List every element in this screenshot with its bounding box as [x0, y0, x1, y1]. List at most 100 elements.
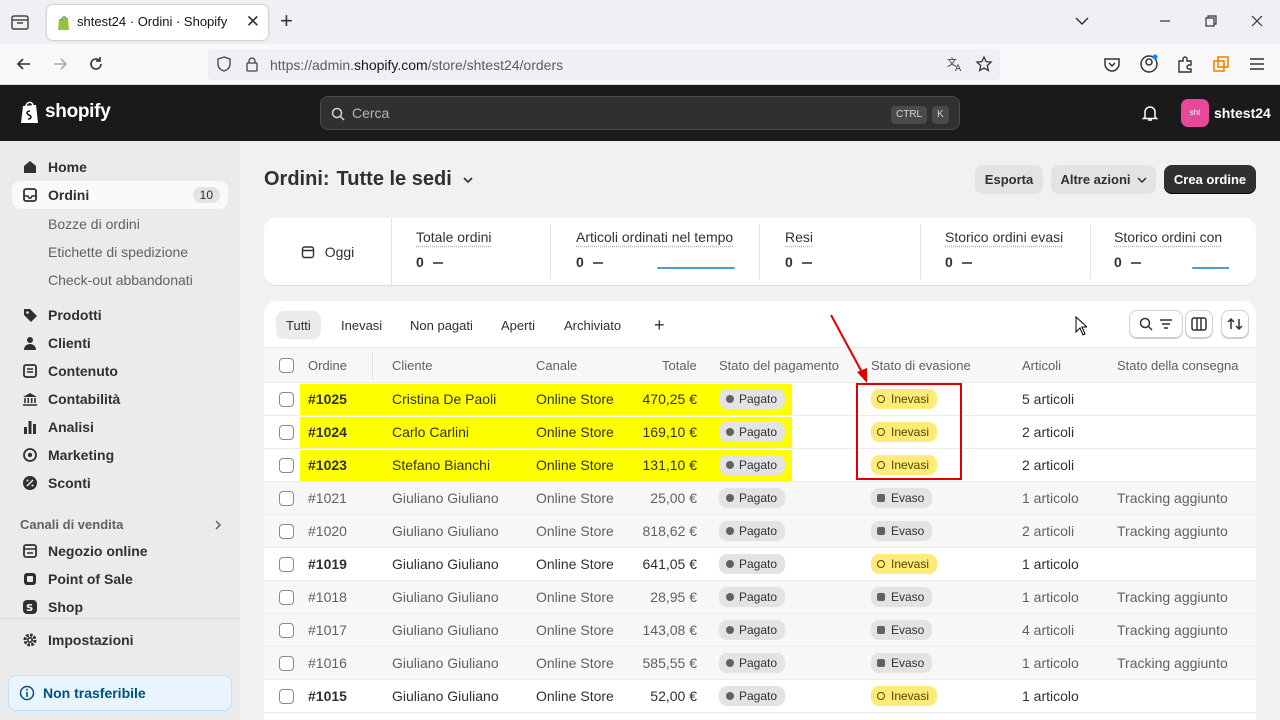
select-all-checkbox[interactable] [279, 358, 294, 373]
row-checkbox[interactable] [279, 524, 294, 539]
table-row[interactable]: #1015 Giuliano Giuliano Online Store 52,00 … [264, 680, 1256, 713]
sidebar-item-customers[interactable]: Clienti [12, 329, 228, 357]
search-input[interactable]: Cerca CTRL K [320, 96, 960, 130]
order-number-link[interactable]: #1025 [308, 391, 347, 407]
column-header-items[interactable]: Articoli [1022, 358, 1061, 373]
tab-open[interactable]: Aperti [491, 311, 545, 339]
tab-list-icon[interactable] [10, 12, 30, 32]
restore-icon[interactable] [1202, 12, 1220, 30]
order-number-link[interactable]: #1016 [308, 655, 347, 671]
metric-returns[interactable]: Resi 0 [785, 218, 905, 285]
column-header-delivery-status[interactable]: Stato della consegna [1117, 358, 1238, 373]
bell-icon[interactable] [1141, 104, 1159, 122]
row-checkbox[interactable] [279, 689, 294, 704]
back-icon[interactable] [14, 54, 34, 74]
metric-delivered-orders[interactable]: Storico ordini con 0 [1114, 218, 1229, 285]
sidebar-item-marketing[interactable]: Marketing [12, 441, 228, 469]
minimize-icon[interactable] [1156, 12, 1174, 30]
row-checkbox[interactable] [279, 656, 294, 671]
browser-tab-active[interactable]: shtest24 · Ordini · Shopify ✕ [47, 5, 268, 40]
sidebar-item-content[interactable]: Contenuto [12, 357, 228, 385]
sidebar-item-home[interactable]: Home [12, 153, 228, 181]
address-bar[interactable]: https://admin.shopify.com/store/shtest24… [208, 49, 1000, 80]
metric-items-ordered[interactable]: Articoli ordinati nel tempo 0 [576, 218, 746, 285]
row-checkbox[interactable] [279, 557, 294, 572]
close-tab-icon[interactable]: ✕ [246, 12, 260, 32]
metric-total-orders[interactable]: Totale ordini 0 [416, 218, 544, 285]
location-selector[interactable]: Tutte le sedi [337, 168, 452, 191]
avatar[interactable]: sht [1181, 99, 1209, 127]
shopify-logo[interactable]: shopify [20, 98, 111, 126]
tab-unfulfilled[interactable]: Inevasi [331, 311, 392, 339]
store-name[interactable]: shtest24 [1214, 105, 1271, 121]
column-header-channel[interactable]: Canale [536, 358, 577, 373]
order-number-link[interactable]: #1017 [308, 622, 347, 638]
column-header-total[interactable]: Totale [662, 358, 697, 373]
close-window-icon[interactable] [1248, 12, 1266, 30]
new-tab-icon[interactable]: + [280, 10, 293, 32]
chevron-down-icon[interactable] [462, 174, 474, 186]
add-view-button[interactable]: + [644, 311, 675, 339]
table-row[interactable]: #1018 Giuliano Giuliano Online Store 28,95 … [264, 581, 1256, 614]
order-number-link[interactable]: #1023 [308, 457, 347, 473]
account-icon[interactable] [1139, 54, 1159, 74]
order-number-link[interactable]: #1015 [308, 688, 347, 704]
sidebar-item-shop[interactable]: S Shop [12, 593, 228, 621]
sidebar-item-accounting[interactable]: Contabilità [12, 385, 228, 413]
export-button[interactable]: Esporta [975, 165, 1043, 194]
shield-icon[interactable] [216, 56, 232, 72]
tab-unpaid[interactable]: Non pagati [400, 311, 483, 339]
more-actions-button[interactable]: Altre azioni [1051, 165, 1156, 194]
sidebar-item-online-store[interactable]: Negozio online [12, 537, 228, 565]
date-range-button[interactable]: Oggi [264, 218, 392, 285]
metric-fulfilled-orders[interactable]: Storico ordini evasi 0 [945, 218, 1085, 285]
sidebar-item-orders[interactable]: Ordini 10 [12, 181, 228, 209]
row-checkbox[interactable] [279, 425, 294, 440]
table-row[interactable]: #1023 Stefano Bianchi Online Store 131,10 €… [264, 449, 1256, 482]
sidebar-item-shipping-labels[interactable]: Etichette di spedizione [48, 244, 188, 260]
tab-archived[interactable]: Archiviato [554, 311, 631, 339]
chevron-right-icon[interactable] [212, 519, 224, 531]
sidebar-item-products[interactable]: Prodotti [12, 301, 228, 329]
reload-icon[interactable] [86, 54, 106, 74]
column-header-order[interactable]: Ordine [308, 358, 347, 373]
table-row[interactable]: #1021 Giuliano Giuliano Online Store 25,00 … [264, 482, 1256, 515]
search-filter-button[interactable] [1129, 310, 1183, 338]
non-transferable-banner[interactable]: Non trasferibile [8, 675, 232, 711]
row-checkbox[interactable] [279, 590, 294, 605]
sidebar-item-analytics[interactable]: Analisi [12, 413, 228, 441]
row-checkbox[interactable] [279, 491, 294, 506]
row-checkbox[interactable] [279, 458, 294, 473]
order-number-link[interactable]: #1024 [308, 424, 347, 440]
table-row[interactable]: #1020 Giuliano Giuliano Online Store 818,62… [264, 515, 1256, 548]
table-row[interactable]: #1024 Carlo Carlini Online Store 169,10 € Pa… [264, 416, 1256, 449]
tab-all[interactable]: Tutti [276, 311, 321, 339]
sidebar-item-discounts[interactable]: Sconti [12, 469, 228, 497]
sidebar-item-point-of-sale[interactable]: Point of Sale [12, 565, 228, 593]
row-checkbox[interactable] [279, 623, 294, 638]
column-header-fulfillment-status[interactable]: Stato di evasione [871, 358, 971, 373]
column-header-payment-status[interactable]: Stato del pagamento [719, 358, 839, 373]
table-row[interactable]: #1025 Cristina De Paoli Online Store 470,25… [264, 383, 1256, 416]
order-number-link[interactable]: #1020 [308, 523, 347, 539]
columns-button[interactable] [1185, 310, 1213, 338]
sales-channels-heading[interactable]: Canali di vendita [20, 517, 123, 532]
order-number-link[interactable]: #1021 [308, 490, 347, 506]
table-row[interactable]: #1017 Giuliano Giuliano Online Store 143,08… [264, 614, 1256, 647]
pocket-icon[interactable] [1102, 54, 1122, 74]
table-row[interactable]: #1016 Giuliano Giuliano Online Store 585,55… [264, 647, 1256, 680]
create-order-button[interactable]: Crea ordine [1164, 165, 1256, 194]
sidebar-item-abandoned-checkouts[interactable]: Check-out abbandonati [48, 272, 193, 288]
sidebar-item-draft-orders[interactable]: Bozze di ordini [48, 216, 140, 232]
extensions-icon[interactable] [1175, 54, 1195, 74]
translate-icon[interactable]: 文A [946, 55, 964, 73]
order-number-link[interactable]: #1019 [308, 556, 347, 572]
menu-icon[interactable] [1247, 54, 1267, 74]
forward-icon[interactable] [50, 54, 70, 74]
row-checkbox[interactable] [279, 392, 294, 407]
order-number-link[interactable]: #1018 [308, 589, 347, 605]
lock-icon[interactable] [244, 56, 260, 72]
sidebar-item-settings[interactable]: Impostazioni [12, 626, 228, 654]
bookmark-star-icon[interactable] [975, 55, 993, 73]
chevron-down-icon[interactable] [1073, 12, 1091, 30]
